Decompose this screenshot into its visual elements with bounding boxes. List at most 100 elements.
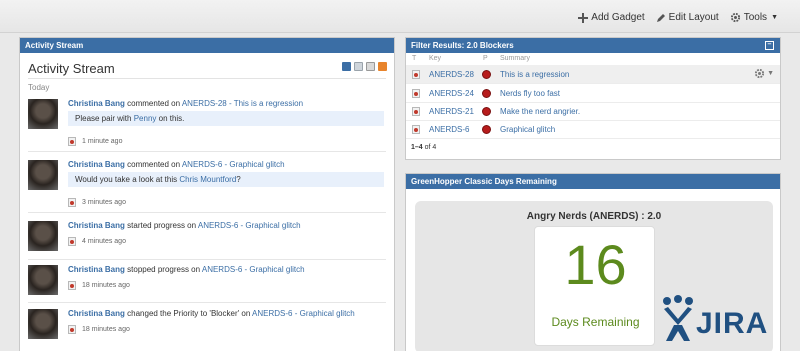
- activity-meta: 3 minutes ago: [68, 198, 126, 207]
- activity-action: commented on: [127, 160, 181, 169]
- date-group-label: Today: [28, 83, 50, 92]
- edit-layout-button[interactable]: Edit Layout: [656, 12, 719, 23]
- blocker-priority-icon: [482, 89, 491, 98]
- bug-icon: [68, 325, 76, 334]
- timestamp: 4 minutes ago: [82, 238, 126, 245]
- table-row[interactable]: ANERDS-24 Nerds fly too fast: [406, 84, 780, 103]
- issue-summary-link[interactable]: Make the nerd angrier.: [500, 107, 580, 116]
- days-remaining-box: 16 Days Remaining: [534, 226, 655, 346]
- issue-link[interactable]: ANERDS-6 - Graphical glitch: [202, 265, 305, 274]
- project-version-title: Angry Nerds (ANERDS) : 2.0: [526, 211, 662, 222]
- issue-key-link[interactable]: ANERDS-28: [429, 70, 474, 79]
- divider: [28, 151, 386, 152]
- divider: [28, 302, 386, 303]
- rss-icon[interactable]: [378, 62, 387, 71]
- activity-stream-gadget: Activity Stream Activity Stream Today Ch…: [19, 37, 395, 351]
- bug-icon: [68, 237, 76, 246]
- activity-action: stopped progress on: [127, 265, 201, 274]
- activity-meta: 1 minute ago: [68, 137, 122, 146]
- bug-icon: [412, 70, 420, 79]
- gear-icon: [754, 68, 765, 79]
- bug-icon: [68, 198, 76, 207]
- blocker-priority-icon: [482, 70, 491, 79]
- column-header-key[interactable]: Key: [429, 55, 441, 62]
- timestamp: 3 minutes ago: [82, 199, 126, 206]
- issue-key-link[interactable]: ANERDS-6: [429, 125, 469, 134]
- jira-logo-text: JIRA: [696, 307, 769, 340]
- issue-link[interactable]: ANERDS-28 - This is a regression: [182, 99, 303, 108]
- filter-icon[interactable]: [366, 62, 375, 71]
- activity-entry: Christina Bang started progress on ANERD…: [28, 221, 388, 255]
- user-link[interactable]: Christina Bang: [68, 221, 125, 230]
- bug-icon: [68, 281, 76, 290]
- issue-key-link[interactable]: ANERDS-24: [429, 89, 474, 98]
- activity-action: changed the Priority to 'Blocker' on: [127, 309, 251, 318]
- jira-logo: JIRA: [660, 293, 800, 348]
- tools-label: Tools: [743, 12, 768, 23]
- minimize-icon[interactable]: –: [765, 41, 774, 50]
- list-view-icon[interactable]: [342, 62, 351, 71]
- pencil-icon: [656, 13, 665, 22]
- table-row[interactable]: ANERDS-21 Make the nerd angrier.: [406, 102, 780, 121]
- activity-entry: Christina Bang stopped progress on ANERD…: [28, 265, 388, 299]
- pagination-total: of 4: [424, 144, 437, 151]
- activity-text: Christina Bang started progress on ANERD…: [68, 221, 388, 230]
- avatar[interactable]: [28, 160, 58, 190]
- issue-summary-link[interactable]: Graphical glitch: [500, 125, 555, 134]
- activity-entry: Christina Bang commented on ANERDS-28 - …: [28, 99, 388, 147]
- pagination-range: 1–4: [411, 144, 423, 151]
- user-link[interactable]: Christina Bang: [68, 99, 125, 108]
- filter-results-gadget: Filter Results: 2.0 Blockers – T Key P S…: [405, 37, 781, 160]
- comment-text: Would you take a look at this: [75, 175, 180, 184]
- filter-results-title: Filter Results: 2.0 Blockers: [411, 41, 514, 50]
- issue-summary-link[interactable]: This is a regression: [500, 70, 569, 79]
- user-link[interactable]: Christina Bang: [68, 265, 125, 274]
- user-link[interactable]: Christina Bang: [68, 160, 125, 169]
- mention-link[interactable]: Chris Mountford: [179, 175, 236, 184]
- activity-stream-title: Activity Stream: [28, 61, 115, 76]
- timestamp: 1 minute ago: [82, 138, 123, 145]
- dashboard-toolbar: Add Gadget Edit Layout Tools ▼: [0, 0, 800, 33]
- activity-meta: 4 minutes ago: [68, 237, 126, 246]
- bug-icon: [68, 137, 76, 146]
- divider: [28, 259, 386, 260]
- table-row[interactable]: ANERDS-6 Graphical glitch: [406, 120, 780, 139]
- issue-link[interactable]: ANERDS-6 - Graphical glitch: [252, 309, 355, 318]
- activity-text: Christina Bang stopped progress on ANERD…: [68, 265, 388, 274]
- avatar[interactable]: [28, 309, 58, 339]
- avatar[interactable]: [28, 265, 58, 295]
- activity-stream-header: Activity Stream: [20, 38, 394, 53]
- pagination-summary: 1–4 of 4: [411, 144, 436, 151]
- comment-box: Please pair with Penny on this.: [68, 111, 384, 126]
- add-gadget-button[interactable]: Add Gadget: [578, 12, 645, 23]
- document-icon[interactable]: [354, 62, 363, 71]
- row-actions-button[interactable]: ▼: [754, 68, 774, 79]
- activity-action: started progress on: [127, 221, 197, 230]
- column-header-type[interactable]: T: [412, 55, 416, 62]
- activity-entry: Christina Bang changed the Priority to '…: [28, 309, 388, 343]
- activity-text: Christina Bang commented on ANERDS-6 - G…: [68, 160, 388, 169]
- column-header-summary[interactable]: Summary: [500, 55, 530, 62]
- activity-action: commented on: [127, 99, 181, 108]
- activity-text: Christina Bang commented on ANERDS-28 - …: [68, 99, 388, 108]
- avatar[interactable]: [28, 99, 58, 129]
- plus-icon: [578, 12, 589, 23]
- table-row[interactable]: ANERDS-28 This is a regression ▼: [406, 65, 780, 84]
- issue-summary-link[interactable]: Nerds fly too fast: [500, 89, 560, 98]
- bug-icon: [412, 125, 420, 134]
- column-header-priority[interactable]: P: [483, 55, 488, 62]
- divider: [28, 212, 386, 213]
- issue-link[interactable]: ANERDS-6 - Graphical glitch: [182, 160, 285, 169]
- avatar[interactable]: [28, 221, 58, 251]
- chevron-down-icon: ▼: [771, 14, 778, 21]
- issue-link[interactable]: ANERDS-6 - Graphical glitch: [198, 221, 301, 230]
- mention-link[interactable]: Penny: [134, 114, 157, 123]
- days-remaining-count: 16: [564, 233, 627, 296]
- tools-dropdown[interactable]: Tools ▼: [730, 12, 778, 23]
- activity-text: Christina Bang changed the Priority to '…: [68, 309, 388, 318]
- issue-key-link[interactable]: ANERDS-21: [429, 107, 474, 116]
- add-gadget-label: Add Gadget: [591, 12, 645, 23]
- comment-text-end: on this.: [156, 114, 185, 123]
- edit-layout-label: Edit Layout: [668, 12, 719, 23]
- user-link[interactable]: Christina Bang: [68, 309, 125, 318]
